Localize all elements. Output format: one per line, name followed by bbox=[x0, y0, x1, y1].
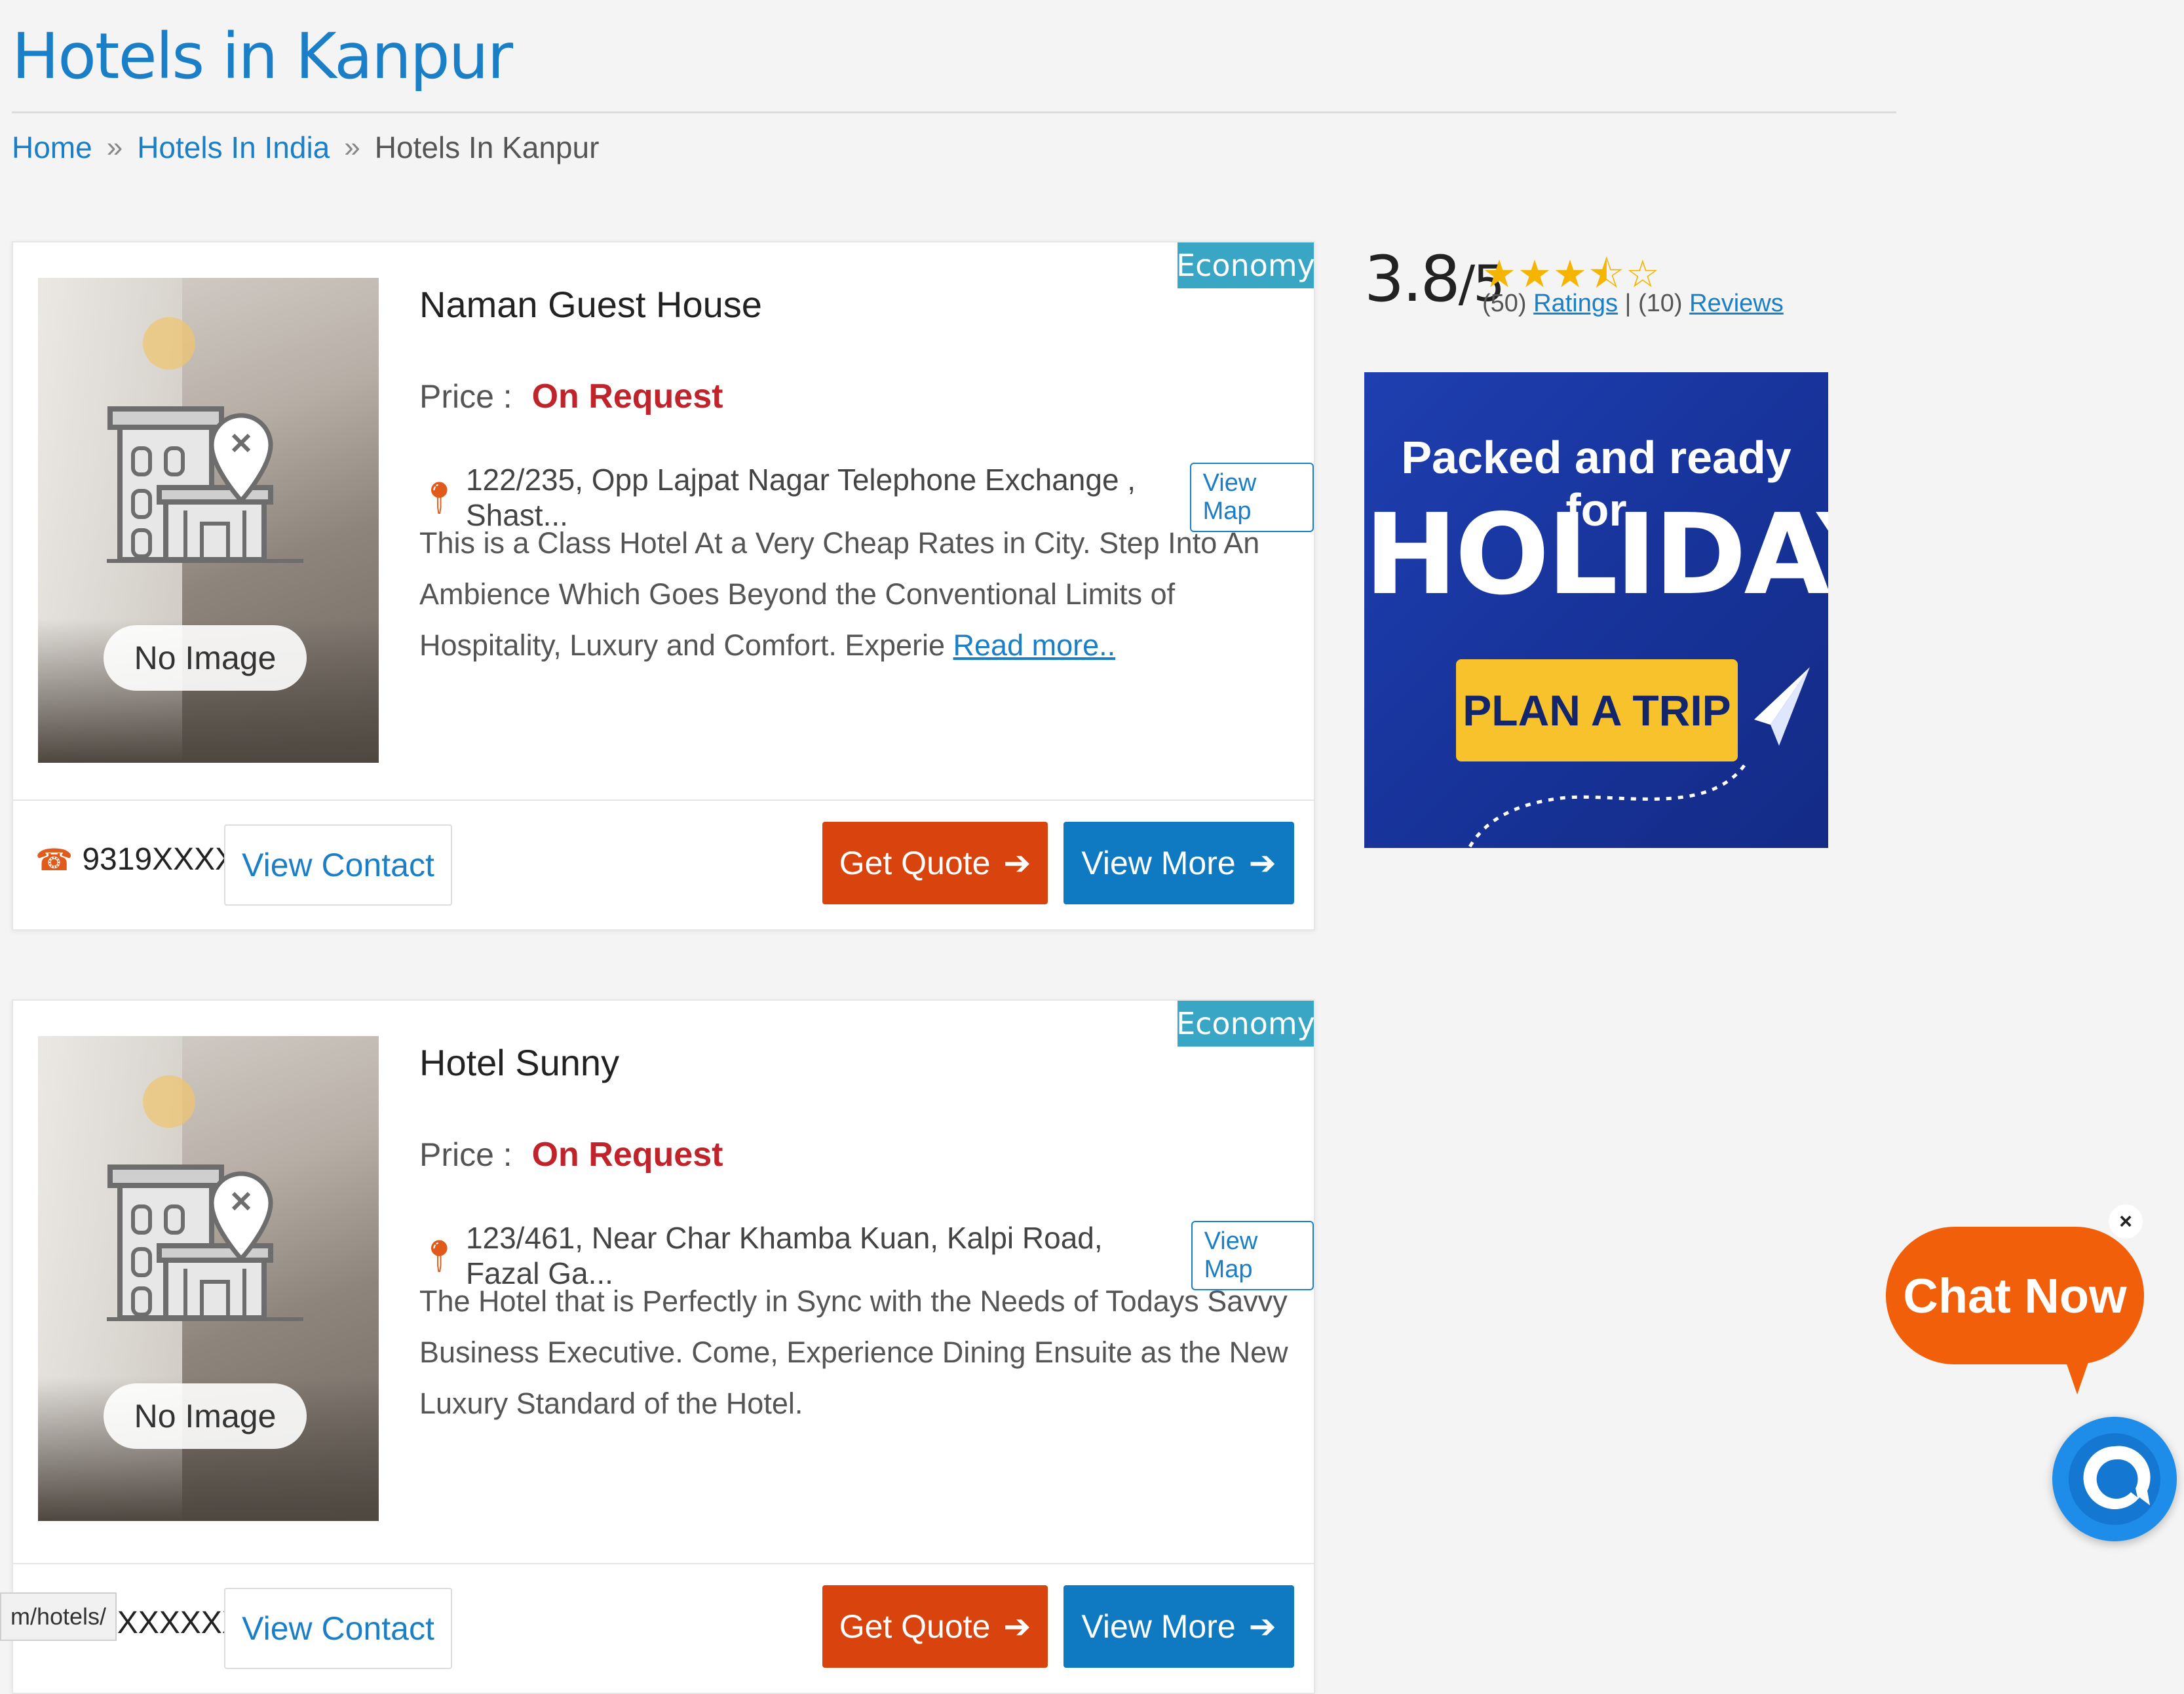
ratings-link[interactable]: Ratings bbox=[1533, 290, 1618, 317]
map-pin-icon: 📍︎ bbox=[419, 1239, 459, 1274]
get-quote-button[interactable]: Get Quote ➔ bbox=[822, 822, 1048, 904]
breadcrumb-current: Hotels In Kanpur bbox=[374, 130, 600, 164]
reviews-count: (10) bbox=[1638, 290, 1683, 317]
map-pin-icon: 📍︎ bbox=[419, 480, 459, 516]
hotel-card: Economy No Image Naman Guest House Price… bbox=[12, 241, 1315, 931]
ratings-count: (50) bbox=[1482, 290, 1527, 317]
view-contact-button[interactable]: View Contact bbox=[224, 1588, 452, 1669]
rating-meta-divider: | bbox=[1624, 290, 1638, 317]
hotel-name-link[interactable]: Hotel Sunny bbox=[419, 1041, 619, 1084]
holiday-ad-banner[interactable]: Packed and ready for HOLIDAY? PLAN A TRI… bbox=[1364, 372, 1828, 848]
title-divider bbox=[12, 111, 1896, 113]
arrow-right-icon: ➔ bbox=[1003, 1608, 1031, 1645]
price-row: Price : On Request bbox=[419, 377, 723, 416]
price-label: Price : bbox=[419, 1136, 512, 1173]
breadcrumb-separator: » bbox=[106, 131, 123, 163]
category-badge: Economy bbox=[1176, 1001, 1315, 1047]
status-bar-url: m/hotels/ bbox=[0, 1592, 117, 1641]
view-more-button[interactable]: View More ➔ bbox=[1063, 822, 1294, 904]
rating-score-value: 3.8 bbox=[1364, 242, 1461, 316]
hotel-placeholder-icon bbox=[107, 1165, 303, 1321]
reviews-link[interactable]: Reviews bbox=[1689, 290, 1784, 317]
arrow-right-icon: ➔ bbox=[1248, 845, 1276, 881]
breadcrumb-separator: » bbox=[344, 131, 360, 163]
close-icon[interactable]: × bbox=[2109, 1204, 2143, 1239]
card-footer: ☎︎ 89XXXXXX View Contact Get Quote ➔ Vie… bbox=[13, 1563, 1314, 1693]
view-more-label: View More bbox=[1081, 845, 1236, 881]
phone-icon: ☎︎ bbox=[35, 842, 73, 877]
price-row: Price : On Request bbox=[419, 1135, 723, 1174]
price-value: On Request bbox=[531, 377, 723, 415]
arrow-right-icon: ➔ bbox=[1003, 845, 1031, 881]
hotel-description: This is a Class Hotel At a Very Cheap Ra… bbox=[419, 518, 1297, 671]
hotel-name-link[interactable]: Naman Guest House bbox=[419, 283, 762, 326]
rating-meta: (50) Ratings | (10) Reviews bbox=[1482, 290, 1784, 318]
hotel-card: Economy No Image Hotel Sunny Price : On … bbox=[12, 999, 1315, 1694]
arrow-right-icon: ➔ bbox=[1248, 1608, 1276, 1645]
view-more-button[interactable]: View More ➔ bbox=[1063, 1585, 1294, 1668]
breadcrumb-hotels-in-india-link[interactable]: Hotels In India bbox=[137, 130, 330, 165]
get-quote-label: Get Quote bbox=[839, 1608, 991, 1645]
page-title: Hotels in Kanpur bbox=[12, 20, 513, 93]
hotel-thumbnail[interactable]: No Image bbox=[38, 1036, 379, 1521]
price-label: Price : bbox=[419, 378, 512, 415]
price-value: On Request bbox=[531, 1136, 723, 1174]
view-more-label: View More bbox=[1081, 1608, 1236, 1645]
hotel-description: The Hotel that is Perfectly in Sync with… bbox=[419, 1276, 1297, 1429]
breadcrumb-home-link[interactable]: Home bbox=[12, 130, 92, 165]
chat-bubble-tail bbox=[2064, 1357, 2090, 1395]
category-badge: Economy bbox=[1176, 242, 1315, 288]
chat-icon bbox=[2069, 1433, 2160, 1525]
no-image-label: No Image bbox=[104, 625, 307, 691]
chat-now-button[interactable]: Chat Now bbox=[1886, 1227, 2144, 1364]
read-more-link[interactable]: Read more.. bbox=[953, 628, 1116, 662]
get-quote-label: Get Quote bbox=[839, 845, 991, 881]
chat-launcher-button[interactable] bbox=[2052, 1417, 2177, 1541]
rating-summary: 3.8/5 ★★★⯪☆ (50) Ratings | (10) Reviews bbox=[1364, 242, 1784, 317]
breadcrumb: Home » Hotels In India » Hotels In Kanpu… bbox=[12, 130, 599, 165]
description-text: This is a Class Hotel At a Very Cheap Ra… bbox=[419, 526, 1260, 662]
card-footer: ☎︎ 9319XXXXXX View Contact Get Quote ➔ V… bbox=[13, 799, 1314, 929]
ad-dotted-trail bbox=[1467, 764, 1746, 848]
description-text: The Hotel that is Perfectly in Sync with… bbox=[419, 1284, 1288, 1420]
no-image-label: No Image bbox=[104, 1383, 307, 1449]
view-contact-button[interactable]: View Contact bbox=[224, 824, 452, 906]
get-quote-button[interactable]: Get Quote ➔ bbox=[822, 1585, 1048, 1668]
hotel-placeholder-icon bbox=[107, 406, 303, 563]
hotel-thumbnail[interactable]: No Image bbox=[38, 278, 379, 763]
